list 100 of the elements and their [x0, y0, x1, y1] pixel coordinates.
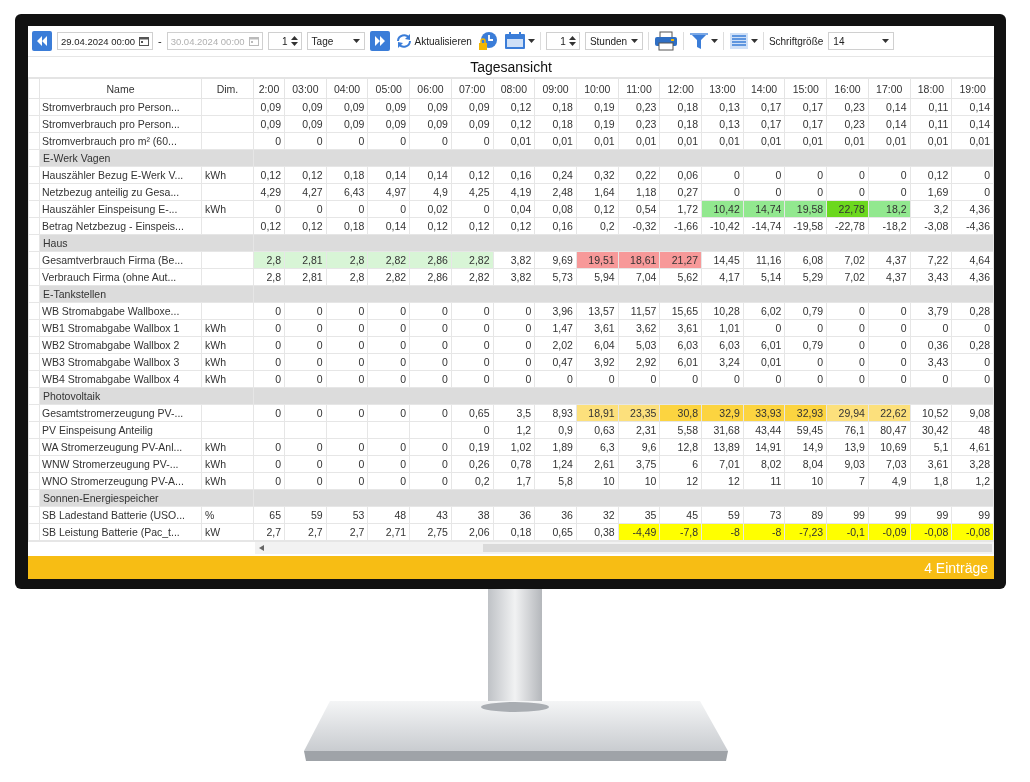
period-unit-dropdown[interactable]: Tage: [306, 32, 365, 50]
column-header[interactable]: 03:00: [284, 78, 327, 99]
value-cell: 0: [409, 404, 452, 422]
value-cell: 4,64: [951, 251, 994, 269]
value-cell: 0,01: [534, 132, 577, 150]
column-header[interactable]: Dim.: [201, 78, 254, 99]
value-cell: 0,01: [618, 132, 660, 150]
value-cell: 99: [826, 506, 869, 524]
value-cell: 0,14: [367, 217, 410, 235]
column-header[interactable]: 2:00: [253, 78, 285, 99]
back-button[interactable]: [32, 31, 52, 51]
value-cell: 31,68: [701, 421, 744, 439]
scroll-left-icon[interactable]: [259, 545, 265, 551]
list-menu-button[interactable]: [728, 32, 758, 50]
caret-icon: [750, 39, 758, 43]
value-cell: 4,37: [868, 251, 911, 269]
value-cell: 0: [951, 319, 994, 337]
value-cell: 0: [367, 404, 410, 422]
column-header[interactable]: 19:00: [951, 78, 994, 99]
column-header[interactable]: 08:00: [493, 78, 535, 99]
value-cell: 0,02: [409, 200, 452, 218]
column-header[interactable]: Name: [39, 78, 202, 99]
column-header[interactable]: 16:00: [826, 78, 869, 99]
value-cell: 0: [451, 421, 493, 439]
value-cell: 1,24: [534, 455, 577, 473]
value-cell: 0: [826, 183, 869, 201]
value-cell: 0: [409, 319, 452, 337]
value-cell: 2,02: [534, 336, 577, 354]
value-cell: 0,09: [409, 115, 452, 133]
column-header[interactable]: 04:00: [326, 78, 368, 99]
calendar-icon: [138, 36, 149, 46]
value-cell: 0: [367, 200, 410, 218]
value-cell: 0,09: [367, 98, 410, 116]
value-cell: 0: [743, 370, 785, 388]
value-cell: 0: [451, 353, 493, 371]
value-cell: 0: [409, 353, 452, 371]
value-cell: 0,08: [534, 200, 577, 218]
value-cell: 0,23: [618, 115, 660, 133]
value-cell: 5,94: [576, 268, 619, 286]
value-cell: 0: [326, 455, 368, 473]
column-header[interactable]: 14:00: [743, 78, 785, 99]
value-cell: 0: [951, 370, 994, 388]
column-header[interactable]: 15:00: [784, 78, 827, 99]
value-cell: 11,16: [743, 251, 785, 269]
value-cell: 0: [367, 472, 410, 490]
column-header[interactable]: 07:00: [451, 78, 493, 99]
period-count-spinner[interactable]: 1: [267, 32, 302, 50]
value-cell: 0: [253, 370, 285, 388]
value-cell: 0,09: [284, 98, 327, 116]
calendar-menu-button[interactable]: [503, 32, 535, 50]
column-header[interactable]: 17:00: [868, 78, 911, 99]
forward-button[interactable]: [369, 31, 390, 51]
value-cell: 0: [743, 319, 785, 337]
clock-lock-icon[interactable]: [476, 31, 499, 51]
value-cell: 0: [826, 370, 869, 388]
filter-menu-button[interactable]: [688, 32, 718, 50]
value-cell: 80,47: [868, 421, 911, 439]
start-date-field[interactable]: 29.04.2024 00:00: [57, 32, 153, 50]
value-cell: 0: [951, 183, 994, 201]
value-cell: 0,12: [493, 217, 535, 235]
column-header[interactable]: 06:00: [409, 78, 452, 99]
row-name-cell: WB3 Stromabgabe Wallbox 3: [39, 353, 202, 371]
printer-icon[interactable]: [653, 31, 678, 51]
interval-unit-dropdown[interactable]: Stunden: [584, 32, 643, 50]
column-header[interactable]: 13:00: [701, 78, 744, 99]
refresh-button[interactable]: Aktualisieren: [394, 33, 472, 49]
value-cell: 0,01: [743, 353, 785, 371]
column-header[interactable]: 12:00: [659, 78, 702, 99]
column-header[interactable]: 11:00: [618, 78, 660, 99]
value-cell: -10,42: [701, 217, 744, 235]
value-cell: 0: [493, 353, 535, 371]
value-cell: 0: [253, 302, 285, 320]
value-cell: 59: [701, 506, 744, 524]
value-cell: 0: [451, 319, 493, 337]
value-cell: 76,1: [826, 421, 869, 439]
value-cell: 0,16: [534, 217, 577, 235]
value-cell: 0: [367, 132, 410, 150]
column-header[interactable]: 09:00: [534, 78, 577, 99]
value-cell: 65: [253, 506, 285, 524]
value-cell: 0,09: [326, 115, 368, 133]
value-cell: 9,6: [618, 438, 660, 456]
interval-count-spinner[interactable]: 1: [545, 32, 580, 50]
font-size-dropdown[interactable]: 14: [828, 32, 895, 50]
value-cell: 0: [253, 438, 285, 456]
value-cell: 5,29: [784, 268, 827, 286]
value-cell: 0: [910, 370, 952, 388]
column-header[interactable]: 10:00: [576, 78, 619, 99]
value-cell: 59: [284, 506, 327, 524]
column-header[interactable]: 18:00: [910, 78, 952, 99]
value-cell: 0: [451, 132, 493, 150]
value-cell: 0: [701, 370, 744, 388]
value-cell: 0,18: [659, 98, 702, 116]
horizontal-scrollbar[interactable]: [255, 542, 994, 554]
column-header[interactable]: 05:00: [367, 78, 410, 99]
value-cell: 0: [910, 319, 952, 337]
value-cell: 2,8: [253, 268, 285, 286]
value-cell: 0,18: [534, 115, 577, 133]
value-cell: 0,32: [576, 166, 619, 184]
row-name-cell: Betrag Netzbezug - Einspeis...: [39, 217, 202, 235]
value-cell: 0,28: [951, 302, 994, 320]
